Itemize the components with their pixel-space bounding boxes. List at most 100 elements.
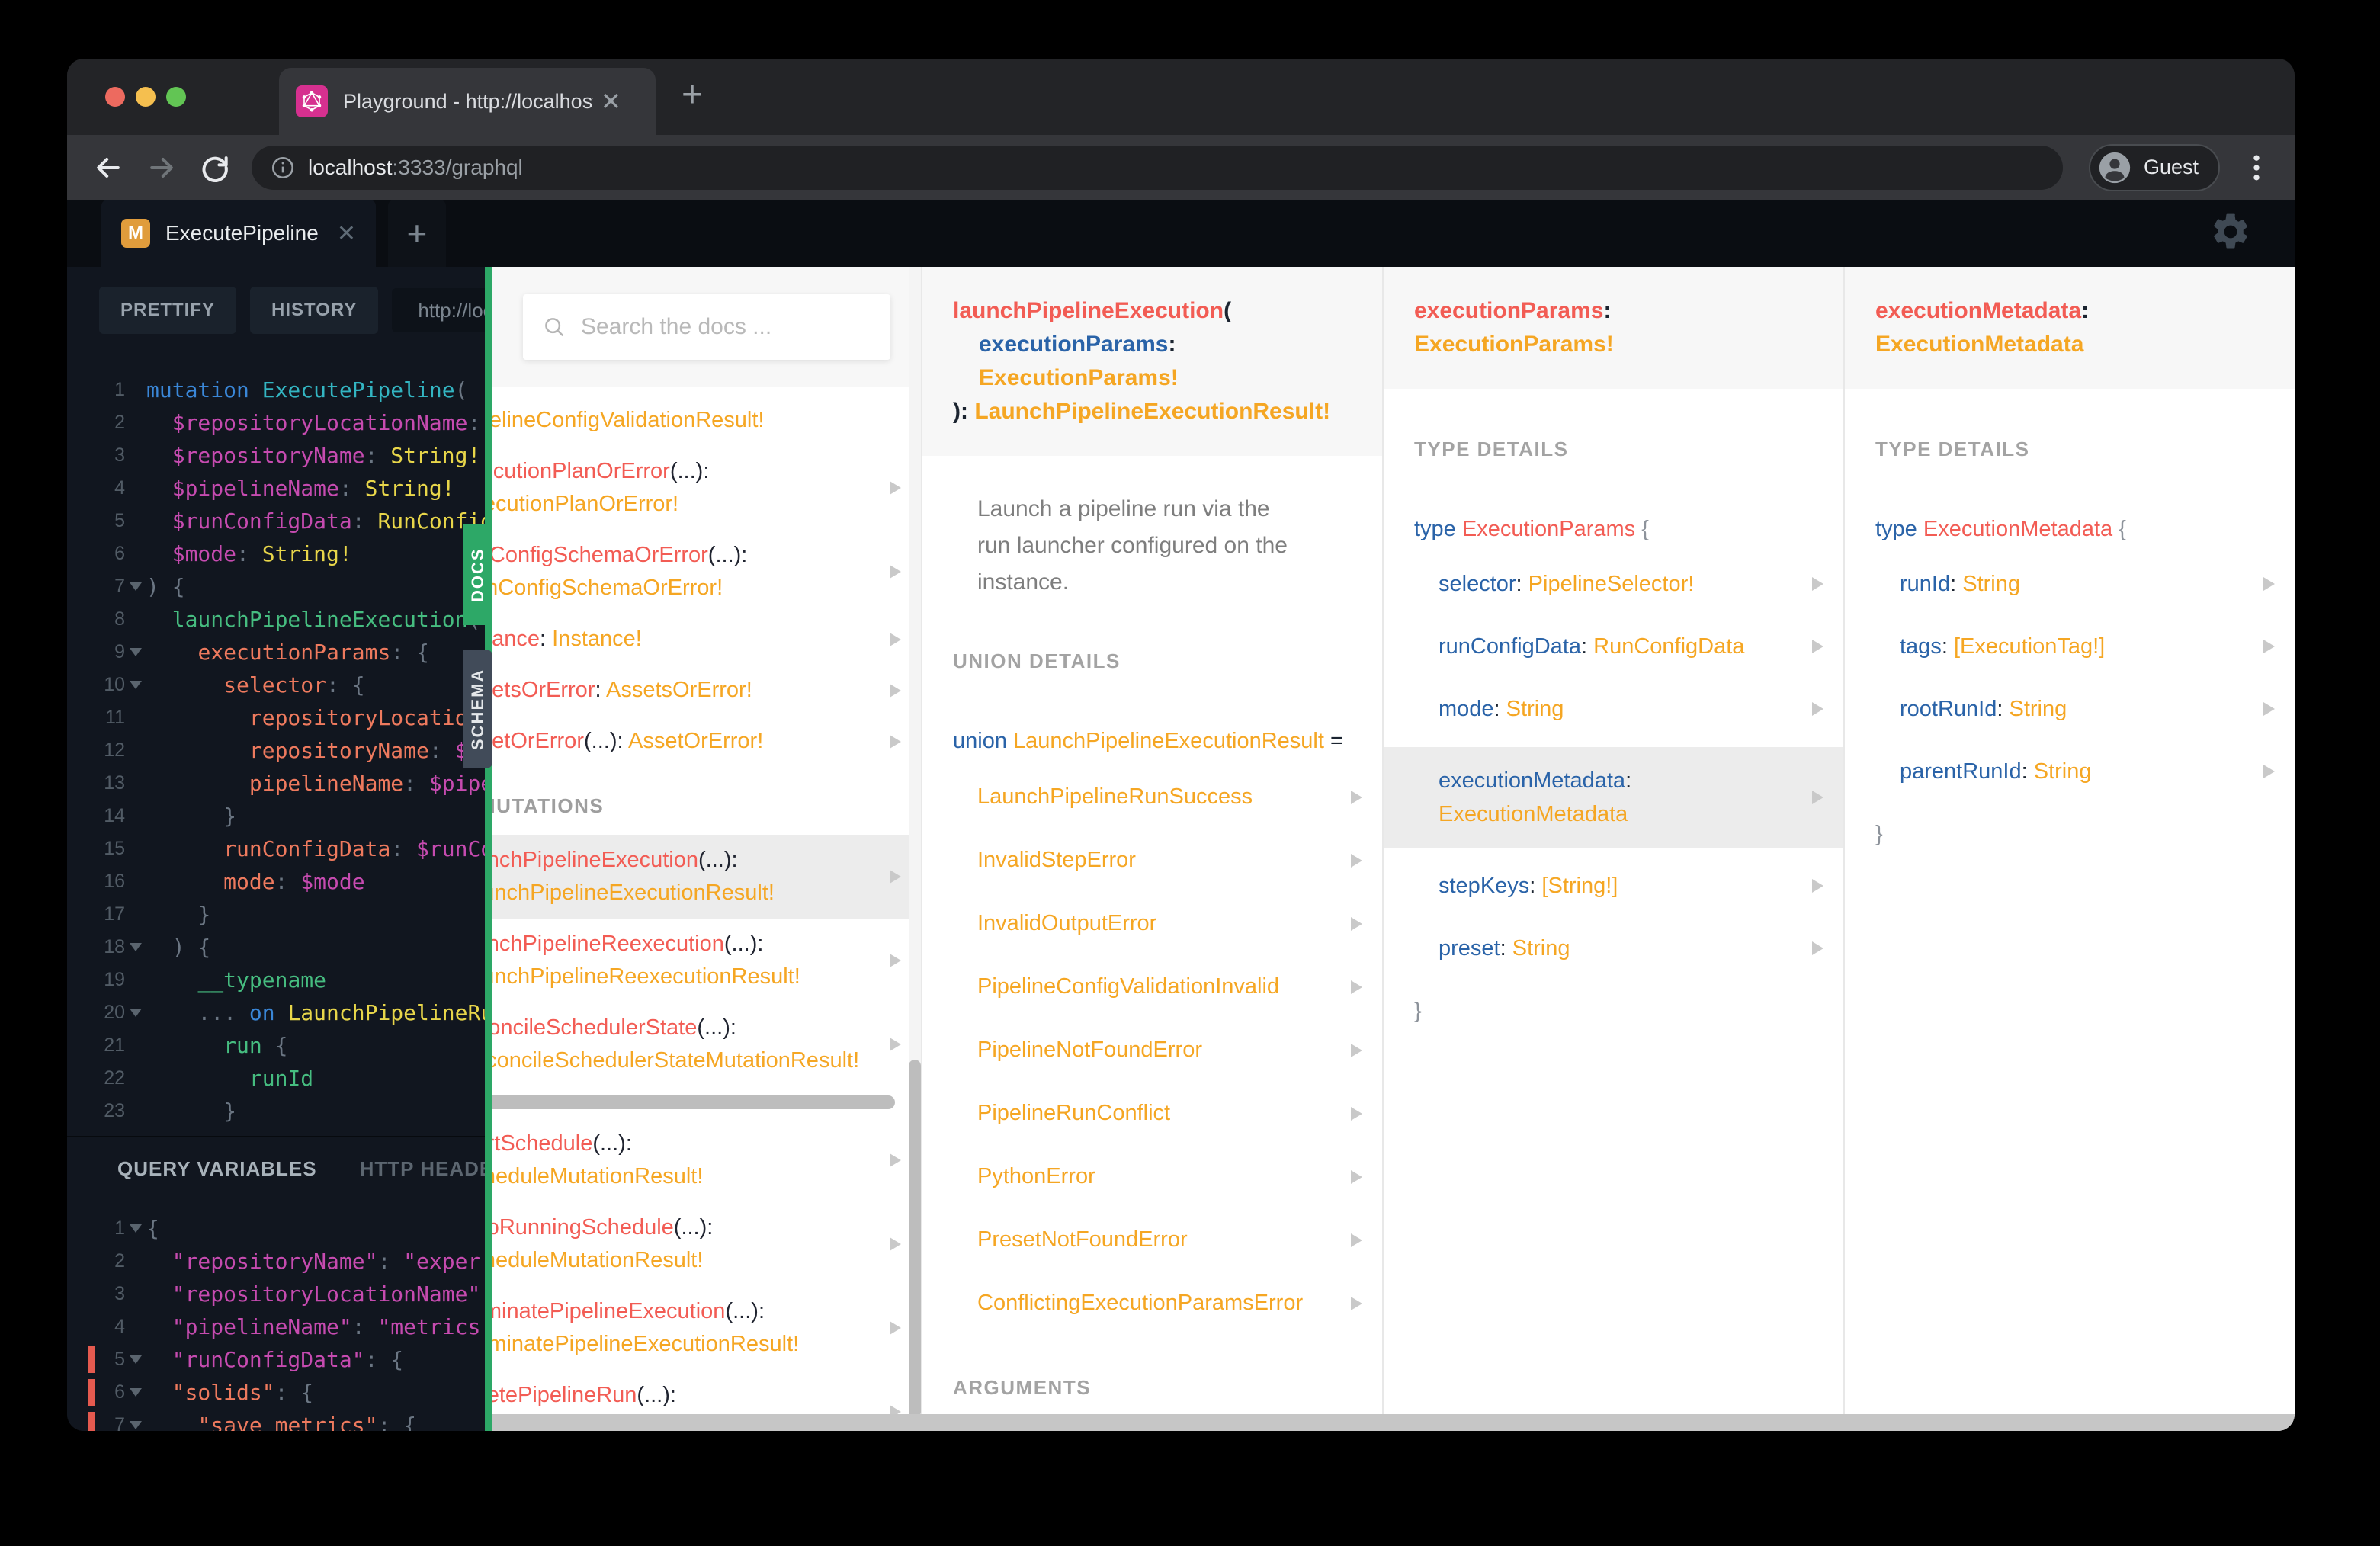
union-member-pipelinerunconflict[interactable]: PipelineRunConflict <box>922 1089 1382 1137</box>
union-member-pipelinenotfounderror[interactable]: PipelineNotFoundError <box>922 1026 1382 1074</box>
fold-arrow-icon[interactable] <box>130 648 142 656</box>
traffic-zoom-button[interactable] <box>166 87 186 107</box>
doc-item-startschedule[interactable]: startSchedule(...): ScheduleMutationResul… <box>492 1118 921 1202</box>
fold-arrow-icon[interactable] <box>130 1421 142 1429</box>
token-pu: } <box>223 1099 237 1124</box>
type-field-stepkeys[interactable]: stepKeys: [String!] <box>1384 861 1843 910</box>
type-field-preset[interactable]: preset: String <box>1384 924 1843 973</box>
prettify-button[interactable]: PRETTIFY <box>99 287 237 334</box>
doc-item-launchpipelinereexecution[interactable]: launchPipelineReexecution(...): LaunchPip… <box>492 919 921 1002</box>
type-declaration: type ExecutionParams { <box>1384 513 1843 546</box>
union-member-launchpipelinerunsuccess[interactable]: LaunchPipelineRunSuccess <box>922 773 1382 821</box>
docs-inner-horizontal-scrollbar[interactable] <box>492 1095 895 1109</box>
token-vr: "pipelineName" <box>172 1314 352 1339</box>
doc-item-launchpipelineexecution[interactable]: launchPipelineExecution(...): LaunchPipel… <box>492 835 921 919</box>
query-editor[interactable]: 1 mutation ExecutePipeline(2 $repositoryL… <box>67 374 485 1127</box>
field-name-token: executionPlanOrError <box>492 459 670 483</box>
tab-close-icon[interactable]: ✕ <box>601 89 621 114</box>
docs-side-tab[interactable]: DOCS <box>463 524 492 625</box>
type-field-runconfigdata[interactable]: runConfigData: RunConfigData <box>1384 622 1843 671</box>
line-number: 4 <box>114 1316 125 1337</box>
doc-item-executionplanorerror[interactable]: executionPlanOrError(...): ExecutionPlanO… <box>492 446 921 530</box>
screenshot-root: Playground - http://localhost:3 ✕ + loca… <box>0 0 2380 1546</box>
line-number: 13 <box>104 772 125 794</box>
history-button[interactable]: HISTORY <box>250 287 379 334</box>
union-member-pipelineconfigvalidationinvalid[interactable]: PipelineConfigValidationInvalid <box>922 963 1382 1011</box>
doc-item-assetorerror[interactable]: assetOrError(...): AssetOrError! <box>492 716 921 767</box>
union-member-presetnotfounderror[interactable]: PresetNotFoundError <box>922 1216 1382 1264</box>
type-field-rootrunid[interactable]: rootRunId: String <box>1845 685 2295 733</box>
field-description: Launch a pipeline run via the run launch… <box>977 496 1288 595</box>
schema-side-tab[interactable]: SCHEMA <box>463 650 492 768</box>
docs-search-box[interactable] <box>523 294 890 360</box>
union-member-pythonerror[interactable]: PythonError <box>922 1153 1382 1201</box>
site-info-icon[interactable] <box>270 155 296 181</box>
code-line: 11 repositoryLocationName: $repositoryLo… <box>67 701 485 734</box>
forward-icon[interactable] <box>145 151 178 184</box>
token-at: repositoryName <box>249 738 429 763</box>
token-ty: String! <box>377 443 481 468</box>
union-member-invalidoutputerror[interactable]: InvalidOutputError <box>922 900 1382 948</box>
code-line: 18 ) { <box>67 931 485 964</box>
line-gutter: 4 <box>67 477 146 499</box>
session-tab-executepipeline[interactable]: M ExecutePipeline ✕ <box>101 200 376 267</box>
token-at: pipelineName <box>249 771 404 796</box>
tab-http-headers[interactable]: HTTP HEADERS <box>360 1157 485 1181</box>
field-name-token: reconcileSchedulerState <box>492 1015 698 1040</box>
doc-item-terminatepipelineexecution[interactable]: terminatePipelineExecution(...): Terminat… <box>492 1286 921 1370</box>
fold-arrow-icon[interactable] <box>130 1355 142 1364</box>
browser-tab[interactable]: Playground - http://localhost:3 ✕ <box>279 68 656 135</box>
doc-item-instance[interactable]: instance: Instance! <box>492 614 921 665</box>
type-token: LaunchPipelineReexecutionResult! <box>492 964 800 989</box>
traffic-minimize-button[interactable] <box>136 87 156 107</box>
line-number: 22 <box>104 1067 125 1089</box>
new-session-button[interactable]: + <box>387 200 446 267</box>
address-bar[interactable]: localhost:3333/graphql <box>252 145 2063 190</box>
doc-item-runconfigschemaorerror[interactable]: runConfigSchemaOrError(...): RunConfigSch… <box>492 530 921 614</box>
traffic-close-button[interactable] <box>105 87 125 107</box>
search-icon <box>545 318 564 337</box>
fold-arrow-icon[interactable] <box>130 582 142 591</box>
args-token: (...) <box>583 729 617 753</box>
settings-gear-icon[interactable] <box>2209 210 2252 253</box>
doc-item-reconcileschedulerstate[interactable]: reconcileSchedulerState(...): ReconcileSc… <box>492 1002 921 1086</box>
doc-item-assetsorerror[interactable]: assetsOrError: AssetsOrError! <box>492 665 921 716</box>
docs-vertical-scrollbar-thumb[interactable] <box>909 1060 921 1418</box>
back-icon[interactable] <box>91 151 125 184</box>
variables-editor[interactable]: 1{2 "repositoryName": "exper 3 "repositor… <box>67 1212 485 1431</box>
doc-item-stoprunningschedule[interactable]: stopRunningSchedule(...):ScheduleMutatio… <box>492 1202 921 1286</box>
docs-horizontal-scrollbar[interactable] <box>492 1414 2295 1431</box>
type-field-selector[interactable]: selector: PipelineSelector! <box>1384 560 1843 608</box>
fold-arrow-icon[interactable] <box>130 1224 142 1233</box>
type-field-tags[interactable]: tags: [ExecutionTag!] <box>1845 622 2295 671</box>
fold-slot <box>125 1287 146 1302</box>
tab-query-variables[interactable]: QUERY VARIABLES <box>117 1157 317 1181</box>
fold-arrow-icon[interactable] <box>130 681 142 689</box>
new-tab-button[interactable]: + <box>682 77 703 114</box>
docs-search-input[interactable] <box>581 314 871 340</box>
profile-button[interactable]: Guest <box>2088 143 2220 191</box>
docs-root-column: PipelineConfigValidationResult! execution… <box>492 267 922 1431</box>
line-gutter: 1 <box>67 379 146 401</box>
type-field-mode[interactable]: mode: String <box>1384 685 1843 733</box>
fold-arrow-icon[interactable] <box>130 943 142 951</box>
union-member-invalidsteperror[interactable]: InvalidStepError <box>922 836 1382 884</box>
doc-item[interactable]: PipelineConfigValidationResult! <box>492 395 921 446</box>
type-token: AssetOrError! <box>628 729 764 753</box>
menu-kebab-icon[interactable] <box>2243 151 2270 184</box>
session-close-icon[interactable]: ✕ <box>337 220 356 247</box>
reload-icon[interactable] <box>198 151 232 184</box>
line-number: 5 <box>114 1349 125 1370</box>
type-field-executionmetadata[interactable]: executionMetadata: ExecutionMetadata <box>1384 747 1843 848</box>
type-field-parentrunid[interactable]: parentRunId: String <box>1845 747 2295 796</box>
type-field-runid[interactable]: runId: String <box>1845 560 2295 608</box>
expand-arrow-icon <box>1351 916 1362 931</box>
endpoint-input[interactable]: http://localhost:3333/graphql <box>392 288 485 332</box>
field-name-token: preset <box>1439 936 1500 961</box>
token-pu: : { <box>390 640 429 665</box>
fold-arrow-icon[interactable] <box>130 1009 142 1017</box>
union-member-conflictingexecutionparamserror[interactable]: ConflictingExecutionParamsError <box>922 1279 1382 1327</box>
fold-arrow-icon[interactable] <box>130 1388 142 1397</box>
